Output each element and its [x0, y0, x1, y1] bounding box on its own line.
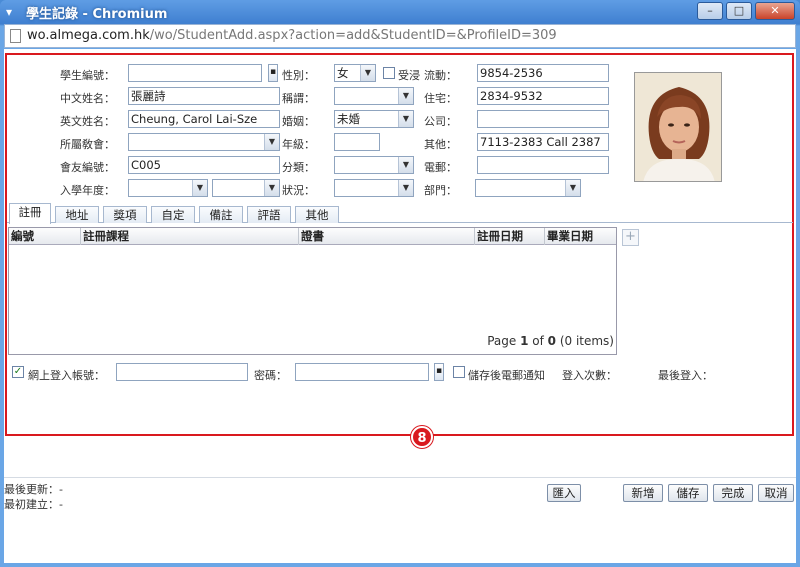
chinese-name-label: 中文姓名： [60, 92, 115, 105]
url-text: wo.almega.com.hk/wo/StudentAdd.aspx?acti… [27, 28, 557, 43]
chevron-down-icon: ▼ [264, 180, 279, 196]
student-photo-image [635, 73, 721, 181]
member-no-input[interactable]: C005 [128, 156, 280, 174]
chevron-down-icon: ▼ [398, 180, 413, 196]
password-picker[interactable]: ▪ [434, 363, 444, 381]
entry-year-select[interactable]: ▼ [128, 179, 208, 197]
tab-registration[interactable]: 註冊 [9, 203, 51, 224]
address-bar[interactable]: wo.almega.com.hk/wo/StudentAdd.aspx?acti… [4, 24, 796, 48]
mobile-label: 流動： [424, 69, 457, 82]
done-button[interactable]: 完成 [713, 484, 753, 502]
company-phone-input[interactable] [477, 110, 609, 128]
chinese-name-input[interactable]: 張麗詩 [128, 87, 280, 105]
maximize-button[interactable]: □ [726, 2, 752, 20]
tab-bar: 註冊 地址 獎項 自定 備註 評語 其他 [7, 203, 793, 224]
category-label: 分類： [282, 161, 315, 174]
member-no-label: 會友編號： [60, 161, 115, 174]
english-name-input[interactable]: Cheung, Carol Lai-Sze [128, 110, 280, 128]
chevron-down-icon: ▼ [192, 180, 207, 196]
login-count-label: 登入次數： [562, 369, 617, 382]
student-no-label: 學生編號： [60, 69, 115, 82]
gender-select[interactable]: 女 ▼ [334, 64, 376, 82]
entry-year-label: 入學年度： [60, 184, 115, 197]
baptized-checkbox[interactable] [383, 67, 395, 79]
title-bar: ▾ 學生記錄 - Chromium – □ ✕ [0, 0, 800, 24]
tab-comments[interactable]: 評語 [247, 206, 291, 223]
page-content: 學生編號： ▪ 中文姓名： 張麗詩 英文姓名： Cheung, Carol La… [4, 49, 796, 563]
tab-awards[interactable]: 獎項 [103, 206, 147, 223]
tab-address[interactable]: 地址 [55, 206, 99, 223]
footer-bar: 最後更新：- 最初建立：- 匯入 新增 儲存 完成 取消 [4, 477, 796, 563]
entry-term-select[interactable]: ▼ [212, 179, 280, 197]
tab-other[interactable]: 其他 [295, 206, 339, 223]
grid-column-header[interactable]: 註冊日期 [475, 228, 545, 245]
web-login-checkbox[interactable]: ✓ [12, 366, 24, 378]
minimize-button[interactable]: – [697, 2, 723, 20]
password-label: 密碼： [254, 369, 287, 382]
other-phone-label: 其他： [424, 138, 457, 151]
window-title: 學生記錄 - Chromium [26, 7, 168, 22]
grade-label: 年級： [282, 138, 315, 151]
new-button[interactable]: 新增 [623, 484, 663, 502]
tab-remarks[interactable]: 備註 [199, 206, 243, 223]
department-label: 部門： [424, 184, 457, 197]
status-select[interactable]: ▼ [334, 179, 414, 197]
last-login-label: 最後登入： [658, 369, 713, 382]
student-no-picker[interactable]: ▪ [268, 64, 278, 82]
browser-window: ▾ 學生記錄 - Chromium – □ ✕ wo.almega.com.hk… [0, 0, 800, 567]
registration-grid: 編號 註冊課程 證書 註冊日期 畢業日期 Page 1 of 0 (0 item… [8, 227, 617, 355]
status-label: 狀況： [282, 184, 315, 197]
branch-select[interactable]: ▼ [128, 133, 280, 151]
web-login-label: 網上登入帳號： [28, 369, 105, 382]
cancel-button[interactable]: 取消 [758, 484, 794, 502]
grid-column-header[interactable]: 畢業日期 [545, 228, 616, 245]
marital-label: 婚姻： [282, 115, 315, 128]
student-no-input[interactable] [128, 64, 262, 82]
chevron-down-icon: ▼ [398, 157, 413, 173]
grid-pager: Page 1 of 0 (0 items) [487, 334, 614, 348]
title-label: 稱謂： [282, 92, 315, 105]
gender-label: 性別： [282, 69, 315, 82]
grid-column-header[interactable]: 註冊課程 [81, 228, 299, 245]
chevron-down-icon: ▼ [398, 88, 413, 104]
add-row-button[interactable]: + [622, 229, 639, 246]
last-update-text: 最後更新：- [4, 483, 63, 496]
email-input[interactable] [477, 156, 609, 174]
marital-select[interactable]: 未婚 ▼ [334, 110, 414, 128]
baptized-label: 受浸 [398, 69, 420, 82]
other-phone-input[interactable]: 7113-2383 Call 2387 [477, 133, 609, 151]
import-button[interactable]: 匯入 [547, 484, 581, 502]
grade-input[interactable] [334, 133, 380, 151]
email-label: 電郵： [424, 161, 457, 174]
app-icon: ▾ [6, 5, 13, 19]
grid-header: 編號 註冊課程 證書 註冊日期 畢業日期 [9, 228, 616, 245]
title-select[interactable]: ▼ [334, 87, 414, 105]
department-select[interactable]: ▼ [475, 179, 581, 197]
email-notify-label: 儲存後電郵通知 [468, 369, 545, 382]
callout-badge: 8 [411, 426, 433, 448]
student-photo[interactable] [634, 72, 722, 182]
branch-label: 所屬敎會： [60, 138, 115, 151]
category-select[interactable]: ▼ [334, 156, 414, 174]
close-button[interactable]: ✕ [755, 2, 795, 20]
grid-column-header[interactable]: 證書 [299, 228, 475, 245]
email-notify-checkbox[interactable] [453, 366, 465, 378]
password-input[interactable] [295, 363, 429, 381]
english-name-label: 英文姓名： [60, 115, 115, 128]
chevron-down-icon: ▼ [565, 180, 580, 196]
web-login-input[interactable] [116, 363, 248, 381]
save-button[interactable]: 儲存 [668, 484, 708, 502]
grid-column-header[interactable]: 編號 [9, 228, 81, 245]
home-phone-input[interactable]: 2834-9532 [477, 87, 609, 105]
chevron-down-icon: ▼ [398, 111, 413, 127]
tab-custom[interactable]: 自定 [151, 206, 195, 223]
home-phone-label: 住宅： [424, 92, 457, 105]
page-icon [10, 29, 21, 43]
company-phone-label: 公司： [424, 115, 457, 128]
chevron-down-icon: ▼ [360, 65, 375, 81]
mobile-input[interactable]: 9854-2536 [477, 64, 609, 82]
created-text: 最初建立：- [4, 498, 63, 511]
chevron-down-icon: ▼ [264, 134, 279, 150]
